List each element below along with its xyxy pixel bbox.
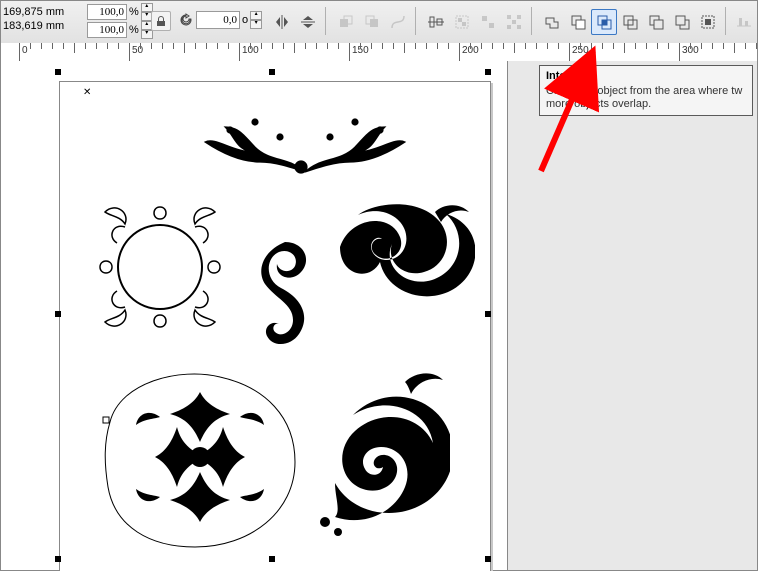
mirror-horizontal-button[interactable] [269, 9, 295, 35]
rotation-spinner[interactable]: ▴▾ [250, 11, 262, 29]
selection-handle-w[interactable] [55, 311, 61, 317]
selection-handle-e[interactable] [485, 311, 491, 317]
trim-button[interactable] [565, 9, 591, 35]
selection-handle-ne[interactable] [485, 69, 491, 75]
selection-handle-n[interactable] [269, 69, 275, 75]
scale-x-unit: % [129, 6, 139, 18]
x-position: 169,875 mm [3, 5, 75, 19]
simplify-button[interactable] [617, 9, 643, 35]
ungroup-all-button[interactable] [501, 9, 527, 35]
group-button[interactable] [449, 9, 475, 35]
ornament-top-branch[interactable] [200, 102, 410, 182]
selection-handle-sw[interactable] [55, 556, 61, 562]
ornament-big-swirl[interactable] [325, 202, 475, 312]
selection-handle-nw[interactable] [55, 69, 61, 75]
selection-handle-se[interactable] [485, 556, 491, 562]
ruler-label: 0 [22, 45, 28, 56]
scale-factor: % ▴▾ % ▴▾ [87, 3, 143, 39]
selection-center-mark: ✕ [83, 87, 91, 98]
weld-button[interactable] [539, 9, 565, 35]
y-position: 183,619 mm [3, 19, 75, 33]
align-baseline-button[interactable] [731, 9, 757, 35]
scale-x-input[interactable] [87, 4, 127, 20]
property-bar: 169,875 mm 183,619 mm % ▴▾ % ▴▾ o ▴▾ [1, 1, 757, 44]
drawing-area[interactable]: ✕ [19, 61, 757, 570]
rotate-icon [179, 13, 193, 27]
separator [325, 7, 326, 35]
separator [531, 7, 532, 35]
tooltip-body-line2: more objects overlap. [546, 98, 746, 111]
front-minus-back-button[interactable] [643, 9, 669, 35]
rotation-control: o ▴▾ [179, 11, 262, 29]
vertical-ruler [1, 61, 20, 570]
page [59, 81, 491, 571]
lock-ratio-button[interactable] [151, 11, 171, 31]
create-boundary-button[interactable] [695, 9, 721, 35]
ornament-frame-circle[interactable] [90, 197, 230, 337]
ruler-label: 50 [132, 45, 143, 56]
intersect-button[interactable] [591, 9, 617, 35]
tooltip-body-line1: Create an object from the area where tw [546, 85, 746, 98]
selection-handle-s[interactable] [269, 556, 275, 562]
tooltip: Intersect Create an object from the area… [539, 65, 753, 116]
back-minus-front-button[interactable] [669, 9, 695, 35]
ungroup-button[interactable] [475, 9, 501, 35]
align-distribute-button[interactable] [423, 9, 449, 35]
object-position: 169,875 mm 183,619 mm [3, 5, 75, 33]
rotation-unit: o [242, 14, 248, 26]
separator [415, 7, 416, 35]
tooltip-title: Intersect [546, 70, 746, 83]
ornament-damask-with-outline[interactable] [100, 362, 300, 552]
ornament-tall-flourish[interactable] [310, 367, 450, 537]
horizontal-ruler: 050100150200250300 [1, 43, 757, 62]
scale-y-input[interactable] [87, 22, 127, 38]
rotation-input[interactable] [196, 11, 240, 29]
to-front-button[interactable] [333, 9, 359, 35]
scale-y-unit: % [129, 24, 139, 36]
mirror-vertical-button[interactable] [295, 9, 321, 35]
to-back-button[interactable] [359, 9, 385, 35]
ornament-vertical-swirl[interactable] [245, 237, 325, 357]
pasteboard-outside [507, 61, 757, 570]
separator [725, 7, 726, 35]
convert-to-curves-button[interactable] [385, 9, 411, 35]
